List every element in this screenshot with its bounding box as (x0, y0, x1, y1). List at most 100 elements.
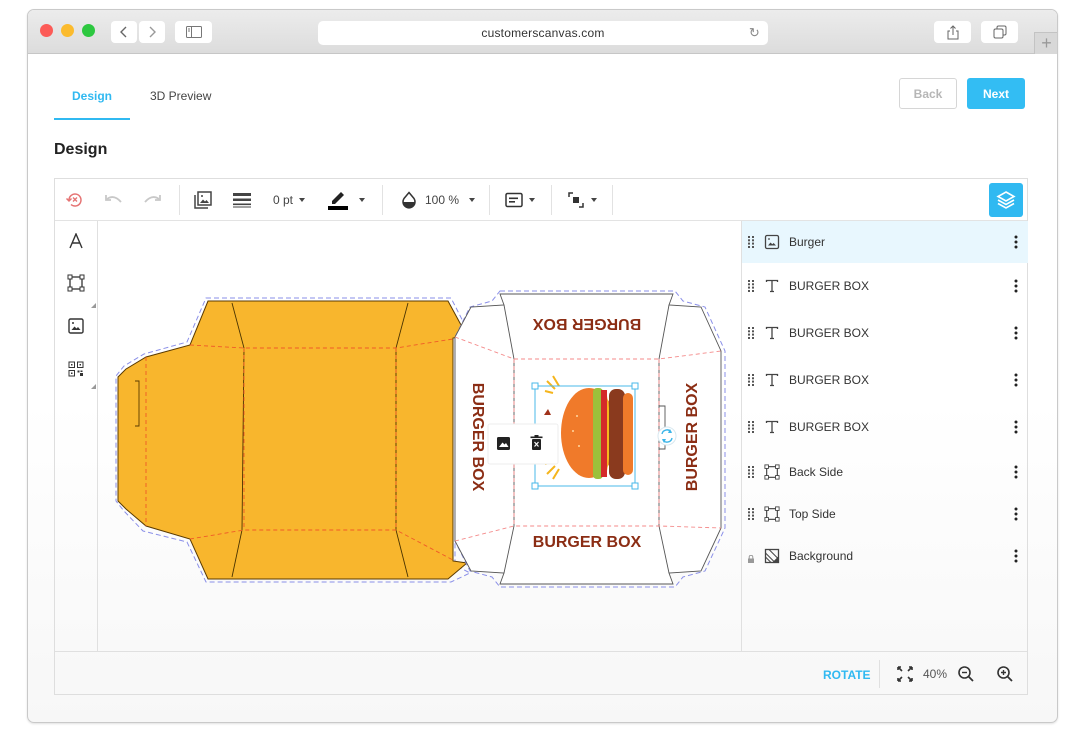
image-tool-button[interactable] (65, 315, 87, 337)
chevron-down-icon (469, 198, 476, 202)
drag-handle-icon[interactable] (748, 466, 754, 478)
chevron-down-icon (359, 198, 365, 202)
toolbar-divider (612, 185, 613, 215)
fullscreen-icon (897, 666, 913, 682)
browser-forward-button[interactable] (139, 21, 165, 43)
arrange-icon (568, 192, 584, 208)
back-button[interactable]: Back (899, 78, 957, 109)
more-options-icon[interactable] (1014, 279, 1018, 293)
image-gallery-icon (194, 191, 212, 209)
layer-item[interactable]: Burger (742, 221, 1028, 263)
zoom-out-icon (958, 666, 974, 682)
box-text-right[interactable]: BURGER BOX (684, 382, 701, 491)
replace-image-button[interactable] (497, 437, 510, 450)
arrange-dropdown[interactable] (567, 189, 597, 211)
zoom-in-button[interactable] (996, 665, 1014, 688)
rotate-handle[interactable] (657, 426, 677, 446)
layer-item[interactable]: BURGER BOX (742, 359, 1028, 401)
layers-toggle-button[interactable] (989, 183, 1023, 217)
element-context-menu (487, 423, 559, 465)
new-tab-button[interactable]: + (1034, 32, 1057, 54)
tabs-overview-button[interactable] (981, 21, 1018, 43)
drag-handle-icon[interactable] (748, 508, 754, 520)
layer-item[interactable]: BURGER BOX (742, 312, 1028, 354)
reload-icon[interactable]: ↻ (749, 25, 760, 41)
close-window-button[interactable] (40, 24, 53, 37)
toolbar-divider (551, 185, 552, 215)
share-button[interactable] (934, 21, 971, 43)
more-options-icon[interactable] (1014, 507, 1018, 521)
tab-3d-preview[interactable]: 3D Preview (150, 89, 211, 103)
editor-bottom-bar: ROTATE 40% (55, 651, 1027, 695)
sidebar-toggle-button[interactable] (175, 21, 212, 43)
stroke-width-dropdown[interactable]: 0 pt (273, 189, 306, 211)
drag-handle-icon[interactable] (748, 421, 754, 433)
shape-icon (764, 506, 780, 522)
delete-element-button[interactable] (530, 435, 543, 450)
stroke-color-dropdown[interactable] (327, 189, 365, 211)
more-options-icon[interactable] (1014, 326, 1018, 340)
box-text-left[interactable]: BURGER BOX (469, 383, 486, 492)
layer-name: Background (789, 549, 854, 563)
text-align-dropdown[interactable] (505, 189, 535, 211)
active-tab-indicator (54, 118, 130, 120)
new-tab-icon: + (1041, 33, 1052, 53)
tabs-icon (993, 25, 1006, 39)
browser-back-button[interactable] (111, 21, 137, 43)
sidebar-icon (185, 26, 202, 38)
layer-type-icon (764, 234, 780, 250)
qr-code-icon (68, 361, 84, 377)
layer-item[interactable]: Back Side (742, 451, 1028, 493)
zoom-out-button[interactable] (957, 665, 975, 688)
drag-handle-icon[interactable] (748, 280, 754, 292)
layer-name: Back Side (789, 465, 844, 479)
box-back-side[interactable] (115, 297, 472, 583)
more-options-icon[interactable] (1014, 420, 1018, 434)
line-style-button[interactable] (232, 189, 252, 211)
address-bar[interactable]: customerscanvas.com ↻ (318, 21, 768, 45)
layer-item[interactable]: Background (742, 535, 1028, 577)
drag-handle-icon[interactable] (748, 236, 754, 248)
text-tool-button[interactable] (65, 230, 87, 252)
next-button[interactable]: Next (967, 78, 1025, 109)
maximize-window-button[interactable] (82, 24, 95, 37)
more-options-icon[interactable] (1014, 549, 1018, 563)
layer-type-icon (764, 506, 780, 522)
shape-tool-button[interactable] (65, 272, 87, 294)
drag-handle-icon[interactable] (748, 327, 754, 339)
box-text-top[interactable]: BURGER BOX (532, 315, 641, 332)
rotate-button[interactable]: ROTATE (823, 668, 871, 682)
text-type-icon (765, 420, 779, 434)
drag-handle-icon[interactable] (748, 374, 754, 386)
tab-design[interactable]: Design (72, 89, 112, 103)
text-type-icon (765, 326, 779, 340)
layer-type-icon (764, 548, 780, 564)
layer-item[interactable]: BURGER BOX (742, 265, 1028, 307)
zoom-level: 40% (923, 667, 948, 681)
design-editor: 0 pt 100 % BURGER BOX BURGER BOX BURGER … (54, 178, 1028, 695)
more-options-icon[interactable] (1014, 373, 1018, 387)
design-canvas[interactable]: BURGER BOX BURGER BOX BURGER BOX BURGER … (99, 221, 741, 651)
zoom-in-icon (997, 666, 1013, 682)
forward-icon (149, 26, 156, 38)
fit-to-screen-button[interactable] (896, 665, 914, 688)
image-gallery-button[interactable] (193, 189, 213, 211)
minimize-window-button[interactable] (61, 24, 74, 37)
layer-item[interactable]: BURGER BOX (742, 406, 1028, 448)
box-dieline: BURGER BOX BURGER BOX BURGER BOX BURGER … (115, 290, 726, 588)
more-options-icon[interactable] (1014, 465, 1018, 479)
layer-item[interactable]: Top Side (742, 493, 1028, 535)
undo-button[interactable] (103, 189, 125, 211)
shape-icon (67, 274, 85, 292)
layer-name: BURGER BOX (789, 420, 870, 434)
redo-button[interactable] (141, 189, 163, 211)
opacity-dropdown[interactable]: 100 % (401, 189, 476, 211)
layers-icon (996, 191, 1016, 209)
revert-button[interactable] (65, 189, 85, 211)
qr-tool-button[interactable] (65, 358, 87, 380)
text-type-icon (765, 279, 779, 293)
more-options-icon[interactable] (1014, 235, 1018, 249)
page-title: Design (54, 141, 108, 158)
box-text-bottom[interactable]: BURGER BOX (533, 534, 642, 551)
text-icon (69, 233, 83, 249)
